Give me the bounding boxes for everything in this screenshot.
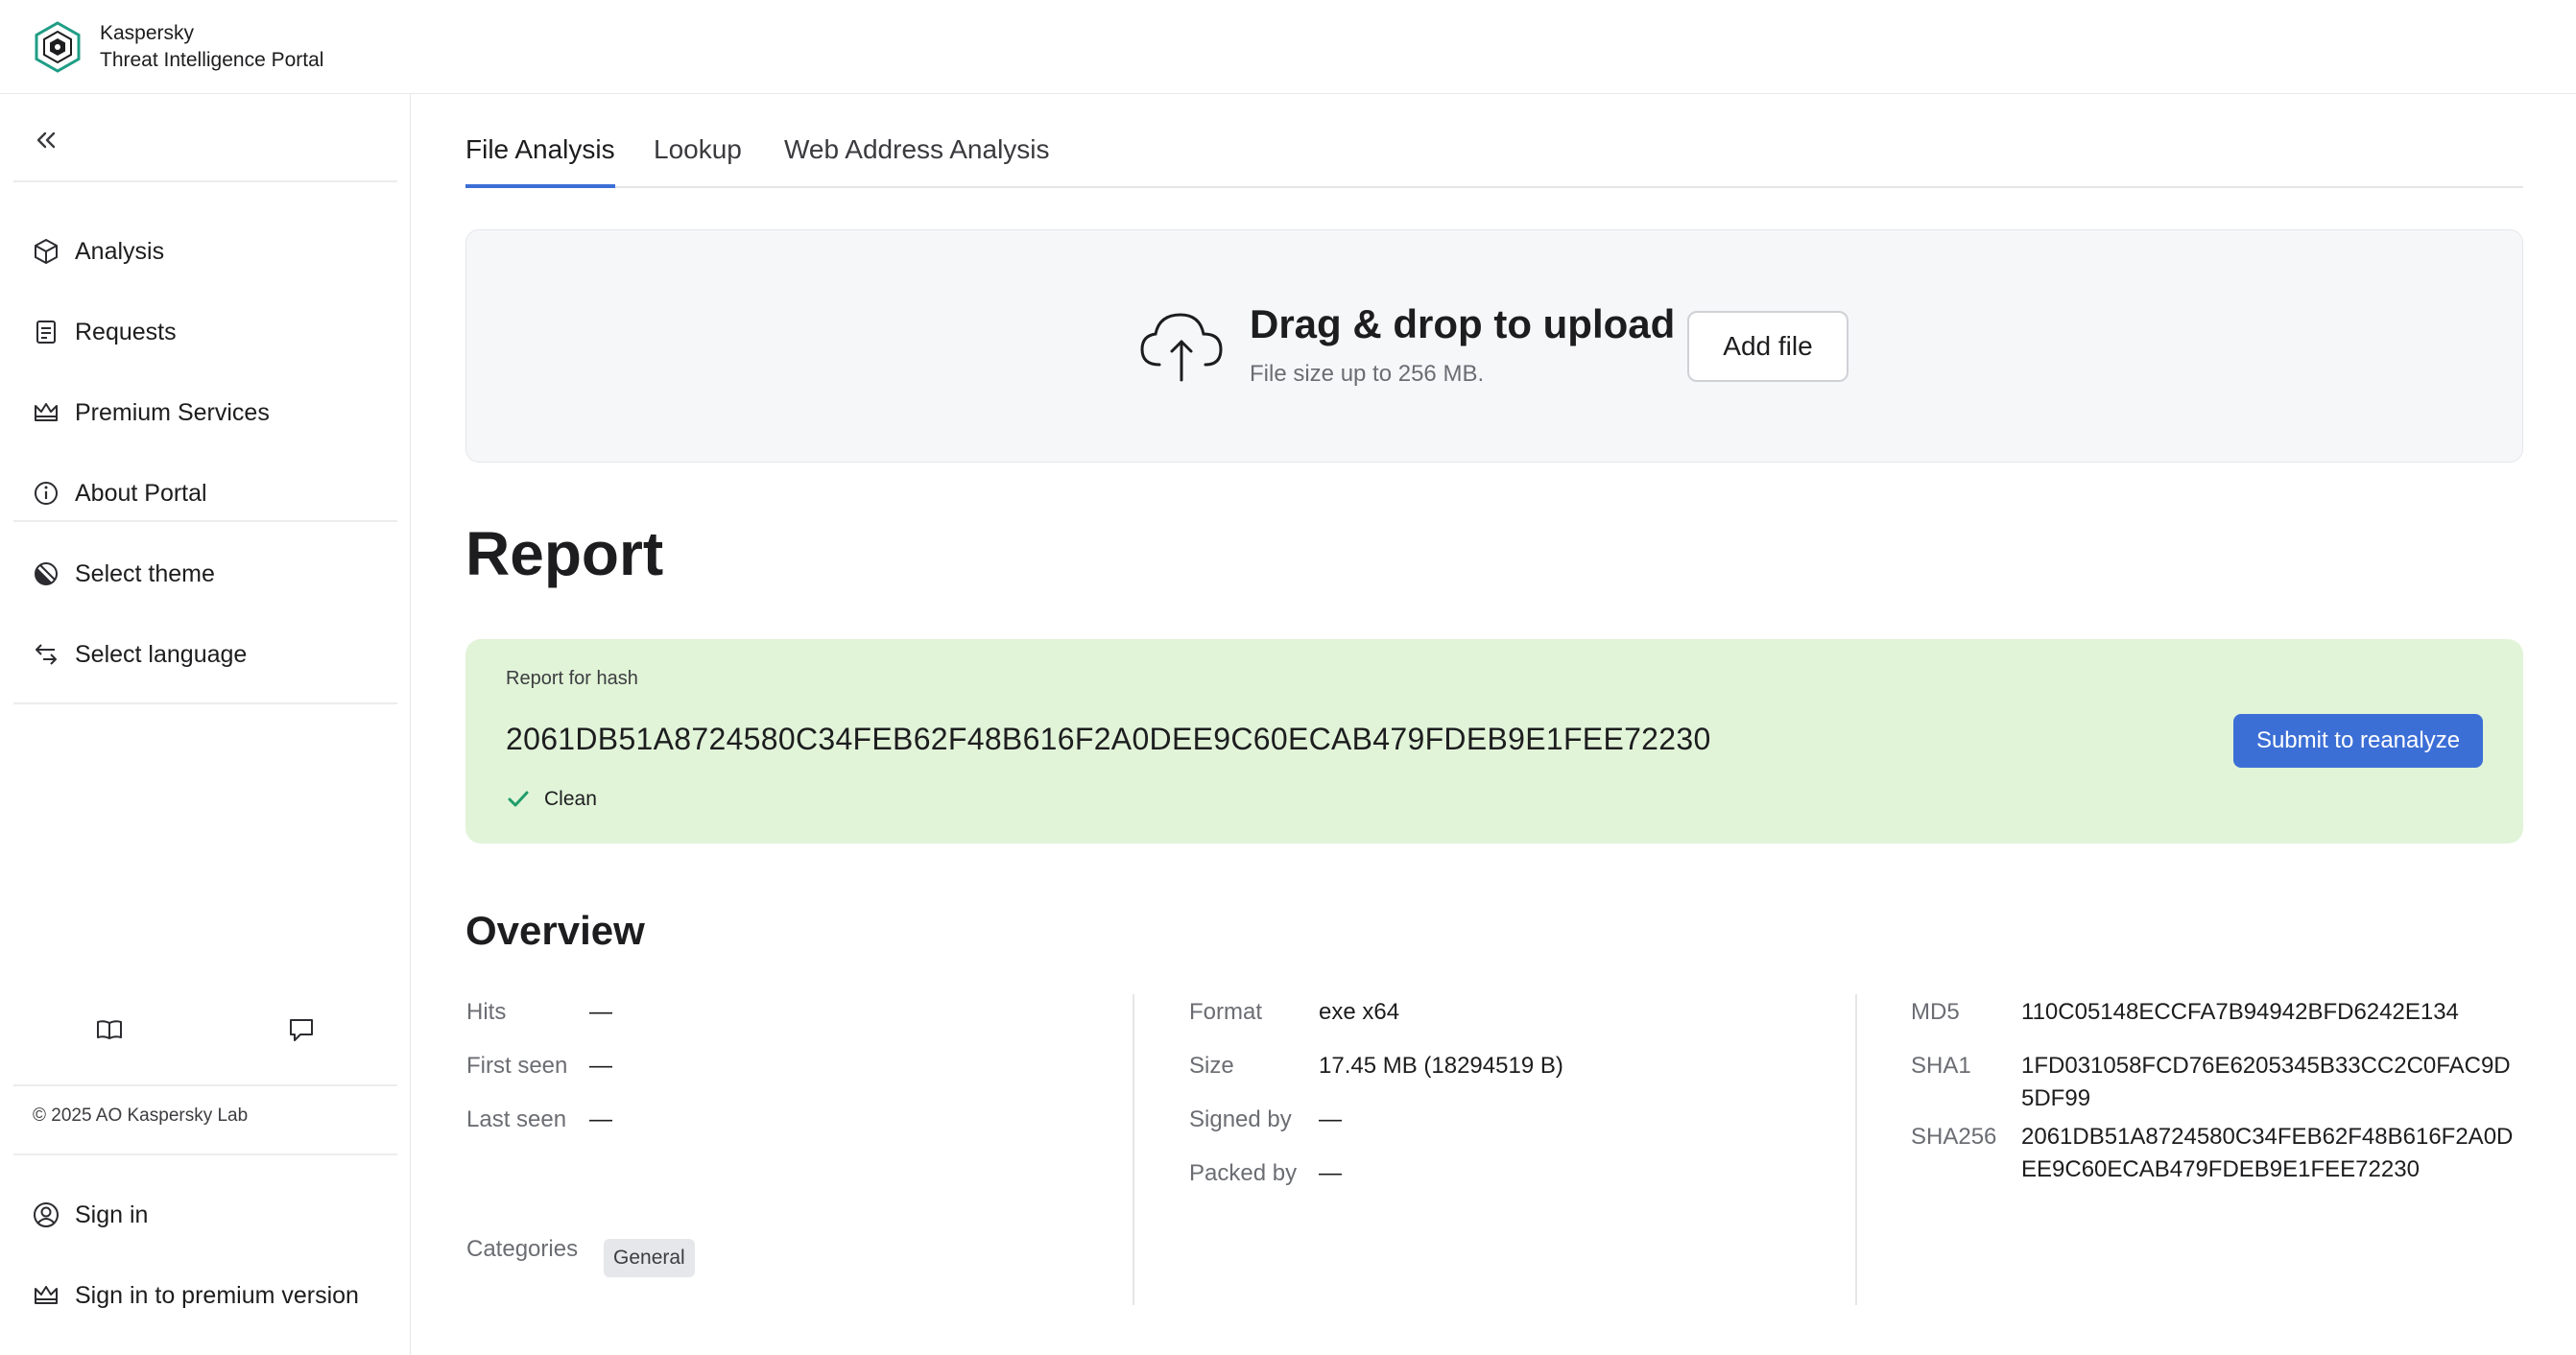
overview-key: Signed by xyxy=(1189,1106,1292,1132)
hash-value[interactable]: 2061DB51A8724580C34FEB62F48B616F2A0DEE9C… xyxy=(506,722,1711,757)
overview-key: First seen xyxy=(466,1053,568,1079)
analysis-tabs: File Analysis Lookup Web Address Analysi… xyxy=(465,94,2523,188)
overview-value: 17.45 MB (18294519 B) xyxy=(1319,1053,1563,1079)
sidebar-divider xyxy=(13,1153,397,1155)
upload-dropzone[interactable]: Drag & drop to upload File size up to 25… xyxy=(465,229,2523,463)
book-icon xyxy=(97,1020,122,1039)
language-icon xyxy=(31,639,61,670)
tab-lookup[interactable]: Lookup xyxy=(654,134,742,188)
sign-in-premium-label: Sign in to premium version xyxy=(75,1281,359,1309)
cube-icon xyxy=(31,236,61,267)
select-language-label: Select language xyxy=(75,640,248,668)
overview-key: Size xyxy=(1189,1053,1234,1079)
overview-key: MD5 xyxy=(1911,999,1960,1025)
sidebar-item-label: Requests xyxy=(75,318,177,345)
verdict-label: Clean xyxy=(544,788,597,810)
document-icon xyxy=(31,317,61,347)
crown-icon xyxy=(31,397,61,428)
overview-value: — xyxy=(1319,1160,1342,1186)
overview-key: Packed by xyxy=(1189,1160,1298,1186)
overview-value[interactable]: 2061DB51A8724580C34FEB62F48B616F2A0DEE9C… xyxy=(2021,1121,2520,1186)
sidebar-item-label: Premium Services xyxy=(75,398,270,426)
overview-column-divider xyxy=(1133,994,1134,1305)
categories-label: Categories xyxy=(466,1236,579,1262)
select-theme-button[interactable]: Select theme xyxy=(31,553,215,595)
overview-key: SHA256 xyxy=(1911,1124,1997,1150)
tab-web-address-analysis[interactable]: Web Address Analysis xyxy=(784,134,1050,188)
crown-icon xyxy=(31,1280,61,1311)
copyright-text: © 2025 AO Kaspersky Lab xyxy=(33,1105,249,1126)
upload-size-hint: File size up to 256 MB. xyxy=(1250,361,1485,387)
overview-title: Overview xyxy=(465,908,645,953)
overview-value: exe x64 xyxy=(1319,999,1400,1025)
sign-in-premium-button[interactable]: Sign in to premium version xyxy=(31,1274,359,1317)
sidebar-item-about-portal[interactable]: About Portal xyxy=(31,472,207,514)
sidebar-divider xyxy=(13,180,397,182)
verdict-status: Clean xyxy=(506,787,597,812)
overview-column-divider xyxy=(1855,994,1857,1305)
overview-key: SHA1 xyxy=(1911,1053,1971,1079)
overview-value: — xyxy=(589,1053,612,1079)
select-theme-label: Select theme xyxy=(75,559,215,587)
kaspersky-logo-icon[interactable] xyxy=(31,20,84,74)
submit-to-reanalyze-button[interactable]: Submit to reanalyze xyxy=(2233,714,2483,768)
brand-line-2: Threat Intelligence Portal xyxy=(100,48,324,71)
sidebar-item-premium-services[interactable]: Premium Services xyxy=(31,392,270,434)
overview-key: Last seen xyxy=(466,1106,567,1132)
sign-in-label: Sign in xyxy=(75,1200,149,1228)
brand-line-1: Kaspersky xyxy=(100,21,195,44)
chat-icon xyxy=(290,1019,313,1041)
overview-key: Hits xyxy=(466,999,507,1025)
portal-app: Kaspersky Threat Intelligence Portal Ana… xyxy=(0,0,2576,1355)
sidebar-item-label: Analysis xyxy=(75,237,165,265)
add-file-button[interactable]: Add file xyxy=(1687,311,1849,382)
sidebar-divider xyxy=(13,702,397,704)
info-icon xyxy=(31,478,61,509)
check-icon xyxy=(508,791,529,807)
sidebar-item-requests[interactable]: Requests xyxy=(31,311,177,353)
tab-file-analysis[interactable]: File Analysis xyxy=(465,134,615,188)
theme-icon xyxy=(31,559,61,589)
chevrons-left-icon xyxy=(36,131,56,149)
report-title: Report xyxy=(465,519,664,588)
sidebar-item-label: About Portal xyxy=(75,479,207,507)
user-circle-icon xyxy=(31,1200,61,1230)
overview-value: — xyxy=(1319,1106,1342,1132)
collapse-sidebar-button[interactable] xyxy=(29,123,63,157)
overview-value: — xyxy=(589,999,612,1025)
brand-name[interactable]: Kaspersky Threat Intelligence Portal xyxy=(100,20,323,74)
sign-in-button[interactable]: Sign in xyxy=(31,1194,148,1236)
sidebar-item-analysis[interactable]: Analysis xyxy=(31,230,164,273)
cloud-upload-icon xyxy=(1140,313,1223,382)
sidebar-footer-icons xyxy=(0,1010,411,1068)
select-language-button[interactable]: Select language xyxy=(31,633,247,676)
hash-label: Report for hash xyxy=(506,668,638,689)
sidebar-divider xyxy=(13,520,397,522)
sidebar: Analysis Requests Premium Services About… xyxy=(0,94,411,1355)
category-chip: General xyxy=(604,1239,695,1277)
overview-value: — xyxy=(589,1106,612,1132)
sidebar-divider xyxy=(13,1084,397,1086)
top-header: Kaspersky Threat Intelligence Portal xyxy=(0,0,2576,94)
feedback-button[interactable] xyxy=(282,1010,321,1049)
report-hash-card: Report for hash 2061DB51A8724580C34FEB62… xyxy=(465,639,2523,844)
overview-key: Format xyxy=(1189,999,1263,1025)
overview-value[interactable]: 1FD031058FCD76E6205345B33CC2C0FAC9D5DF99 xyxy=(2021,1050,2520,1115)
documentation-button[interactable] xyxy=(90,1010,129,1049)
upload-title: Drag & drop to upload xyxy=(1250,301,1676,346)
overview-value[interactable]: 110C05148ECCFA7B94942BFD6242E134 xyxy=(2021,996,2459,1029)
